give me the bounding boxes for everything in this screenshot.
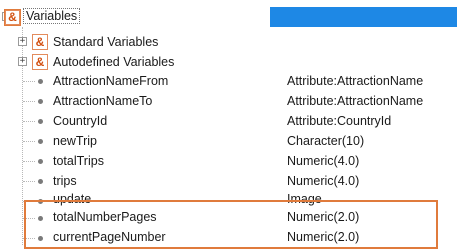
tree-branch-line bbox=[23, 181, 35, 182]
tree-branch-line bbox=[23, 161, 35, 162]
variable-bullet-icon bbox=[38, 79, 43, 84]
variable-type: Attribute:CountryId bbox=[287, 114, 392, 128]
variable-name[interactable]: trips bbox=[53, 174, 77, 188]
tree-branch-line bbox=[23, 141, 35, 142]
variable-name[interactable]: newTrip bbox=[53, 134, 97, 148]
selection-bar bbox=[270, 7, 457, 27]
variable-bullet-icon bbox=[38, 139, 43, 144]
variable-bullet-icon bbox=[38, 159, 43, 164]
tree-branch-line bbox=[23, 121, 35, 122]
variable-bullet-icon bbox=[38, 119, 43, 124]
tree-item-standard-variables[interactable]: Standard Variables bbox=[53, 35, 158, 49]
tree-item-variables-label: Variables bbox=[23, 8, 81, 24]
variables-tree: − & Variables + & Standard Variables + &… bbox=[0, 0, 457, 252]
tree-branch-line bbox=[23, 81, 35, 82]
highlight-box bbox=[24, 200, 438, 249]
tree-item-autodefined-variables[interactable]: Autodefined Variables bbox=[53, 55, 174, 69]
tree-branch-line bbox=[23, 101, 35, 102]
variable-type: Attribute:AttractionName bbox=[287, 94, 424, 108]
standard-variables-icon: & bbox=[32, 34, 48, 50]
variable-type: Character(10) bbox=[287, 134, 365, 148]
variable-type: Numeric(4.0) bbox=[287, 154, 360, 168]
expand-icon[interactable]: + bbox=[18, 37, 27, 46]
variable-name[interactable]: AttractionNameFrom bbox=[53, 74, 168, 88]
variable-name[interactable]: CountryId bbox=[53, 114, 107, 128]
variable-type: Numeric(4.0) bbox=[287, 174, 360, 188]
variable-name[interactable]: AttractionNameTo bbox=[53, 94, 152, 108]
variable-bullet-icon bbox=[38, 99, 43, 104]
variables-group-icon: & bbox=[5, 10, 20, 25]
variable-bullet-icon bbox=[38, 179, 43, 184]
variable-name[interactable]: totalTrips bbox=[53, 154, 104, 168]
autodefined-variables-icon: & bbox=[32, 54, 48, 70]
expand-icon[interactable]: + bbox=[18, 57, 27, 66]
tree-item-variables[interactable]: Variables bbox=[23, 8, 81, 24]
variable-type: Attribute:AttractionName bbox=[287, 74, 424, 88]
